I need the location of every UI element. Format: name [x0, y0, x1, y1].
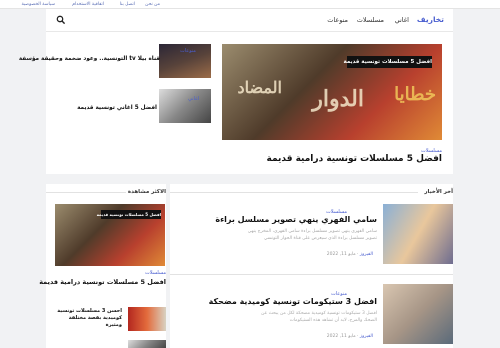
- featured-banner-text: افضل 5 مسلسلات تونسية قديمة: [344, 56, 432, 68]
- popular-item-image[interactable]: [128, 340, 166, 348]
- privacy-link[interactable]: سياسة الخصوصية: [22, 2, 55, 7]
- art-word: المضاد: [237, 78, 282, 97]
- divider: [170, 192, 418, 193]
- popular-title: الاكثر مشاهدة: [127, 189, 166, 195]
- nav-item-songs[interactable]: اغاني: [395, 16, 409, 24]
- side-post-title[interactable]: قناة بيلا tv التونسية.. وعود ضخمة وحقيقة…: [19, 56, 160, 62]
- latest-post-title[interactable]: سامي الفهري ينهي تصوير مسلسل براءة: [215, 215, 377, 224]
- latest-post-excerpt: سامي الفهري ينهي تصوير مسلسل براءة سامي …: [247, 229, 377, 241]
- popular-top-image[interactable]: افضل 5 مسلسلات تونسية قديمة: [55, 204, 165, 266]
- divider: [46, 192, 126, 193]
- latest-post-meta: الفيروز · مايو 11, 2022: [326, 334, 373, 339]
- popular-item-image[interactable]: [128, 307, 166, 331]
- popular-item-title[interactable]: احسن 3 مسلسلات تونسية كوميدية بقصة مختلف…: [52, 308, 122, 329]
- popular-banner-text: افضل 5 مسلسلات تونسية قديمة: [96, 210, 161, 219]
- about-link[interactable]: من نحن: [145, 2, 160, 7]
- side-post-image[interactable]: [159, 89, 211, 123]
- popular-top-category[interactable]: مسلسلات: [145, 270, 166, 276]
- art-word: الدوار: [312, 86, 364, 112]
- search-icon[interactable]: [56, 15, 66, 25]
- post-date: مايو 11, 2022: [326, 252, 356, 257]
- post-date: مايو 11, 2022: [326, 334, 356, 339]
- author-name[interactable]: الفيروز: [360, 334, 373, 339]
- popular-top-title[interactable]: افضل 5 مسلسلات تونسية درامية قديمة: [39, 278, 166, 286]
- nav-item-series[interactable]: مسلسلات: [357, 16, 384, 24]
- side-post-category[interactable]: اغاني: [188, 96, 199, 102]
- featured-image[interactable]: افضل 5 مسلسلات تونسية قديمة الدوار المضا…: [222, 44, 442, 140]
- contact-link[interactable]: اتصل بنا: [120, 2, 135, 7]
- latest-post-image[interactable]: [383, 204, 453, 264]
- latest-post-title[interactable]: افضل 3 ستيكومات تونسية كوميدية مضحكة: [209, 297, 377, 306]
- latest-post-meta: الفيروز · مايو 11, 2022: [326, 252, 373, 257]
- top-links-bar: سياسة الخصوصية اتفاقية الاستخدام اتصل بن…: [0, 0, 500, 9]
- featured-section: افضل 5 مسلسلات تونسية قديمة الدوار المضا…: [19, 32, 453, 174]
- latest-post-excerpt: افضل 3 ستيكومات تونسية كوميدية مضحكة لكل…: [261, 311, 377, 323]
- main-navbar: تخاريف اغاني مسلسلات منوعات: [46, 9, 453, 32]
- side-post-category[interactable]: منوعات: [180, 48, 196, 54]
- latest-post-image[interactable]: [383, 284, 453, 344]
- divider: [170, 274, 453, 275]
- featured-title[interactable]: افضل 5 مسلسلات تونسية درامية قديمة: [267, 154, 443, 164]
- nav-brand-link[interactable]: تخاريف: [417, 15, 444, 24]
- art-word: خطايا: [394, 84, 436, 105]
- latest-section: آخر الأخبار مسلسلات سامي الفهري ينهي تصو…: [170, 184, 453, 348]
- side-post-title[interactable]: افضل 5 اغاني تونسية قديمة: [77, 105, 157, 111]
- author-name[interactable]: الفيروز: [360, 252, 373, 257]
- nav-item-misc[interactable]: منوعات: [327, 16, 348, 24]
- popular-section: الاكثر مشاهدة افضل 5 مسلسلات تونسية قديم…: [39, 184, 166, 348]
- terms-link[interactable]: اتفاقية الاستخدام: [72, 2, 104, 7]
- latest-title: آخر الأخبار: [424, 189, 453, 195]
